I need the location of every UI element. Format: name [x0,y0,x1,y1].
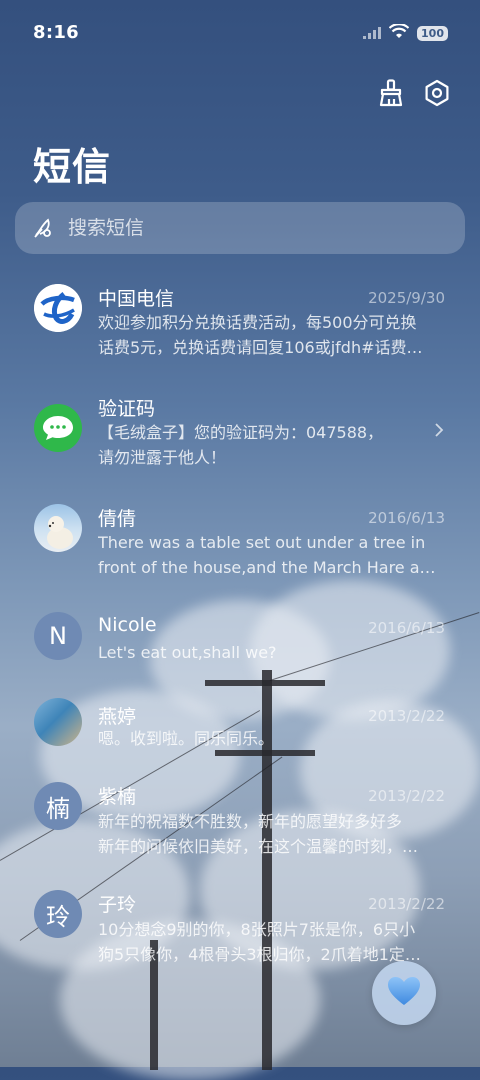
status-icons: 100 [363,23,448,43]
broom-icon [378,79,404,111]
polar-bear-photo [47,516,73,549]
conversation-date: 2025/9/30 [368,289,445,307]
conversation-item[interactable]: 验证码 【毛绒盒子】您的验证码为：047588， 请勿泄露于他人！ [0,386,480,486]
conversation-name: 倩倩 [98,508,137,530]
conversation-name: 验证码 [98,398,156,420]
signal-icon [363,24,382,43]
heart-fab-button[interactable] [372,961,436,1025]
status-time: 8:16 [33,22,79,43]
chevron-right-icon [432,422,446,437]
preview-line: 新年的祝福数不胜数，新年的愿望好多好多 [98,812,403,831]
conversation-item[interactable]: 燕婷 2013/2/22 嗯。收到啦。同乐同乐。 [0,694,480,774]
avatar: 楠 [34,782,82,830]
preview-line: There was a table set out under a tree i… [98,533,426,552]
top-actions [376,79,452,111]
preview-line: 新年的问候依旧美好，在这个温馨的时刻，… [98,837,419,856]
conversation-preview: 嗯。收到啦。同乐同乐。 [98,726,443,751]
preview-line: 话费5元，兑换话费请回复106或jfdh#话费… [98,338,423,357]
conversation-preview: Let's eat out,shall we? [98,640,443,665]
preview-line: Let's eat out,shall we? [98,643,277,662]
conversation-item[interactable]: 中国电信 2025/9/30 欢迎参加积分兑换话费活动，每500分可兑换 话费5… [0,276,480,376]
conversation-name: 紫楠 [98,786,137,808]
conversation-name: Nicole [98,614,157,636]
settings-button[interactable] [422,79,452,111]
avatar: N [34,612,82,660]
conversation-preview: 【毛绒盒子】您的验证码为：047588， 请勿泄露于他人！ [98,420,443,470]
conversation-item[interactable]: N Nicole 2016/6/13 Let's eat out,shall w… [0,606,480,686]
avatar [34,504,82,552]
message-bubble-icon [43,416,73,440]
conversation-preview: There was a table set out under a tree i… [98,530,443,580]
conversation-preview: 欢迎参加积分兑换话费活动，每500分可兑换 话费5元，兑换话费请回复106或jf… [98,310,443,360]
avatar [34,404,82,452]
avatar [34,284,82,332]
preview-line: 欢迎参加积分兑换话费活动，每500分可兑换 [98,313,417,332]
wifi-icon [388,23,410,43]
conversation-date: 2016/6/13 [368,619,445,637]
feather-icon [32,217,54,239]
preview-line: 【毛绒盒子】您的验证码为：047588， [98,423,384,442]
conversation-date: 2016/6/13 [368,509,445,527]
status-bar: 8:16 100 [0,0,480,68]
preview-line: 10分想念9别的你，8张照片7张是你，6只小 [98,920,416,939]
china-telecom-logo-icon [34,284,82,332]
conversation-name: 子玲 [98,894,137,916]
page-title: 短信 [33,145,112,189]
conversation-preview: 10分想念9别的你，8张照片7张是你，6只小 狗5只像你，4根骨头3根归你，2爪… [98,917,443,967]
clean-button[interactable] [376,79,406,111]
search-input[interactable] [66,216,430,240]
conversation-date: 2013/2/22 [368,707,445,725]
conversation-preview: 新年的祝福数不胜数，新年的愿望好多好多 新年的问候依旧美好，在这个温馨的时刻，… [98,809,443,859]
battery-indicator: 100 [417,26,448,41]
preview-line: front of the house,and the March Hare an… [98,558,443,577]
conversation-name: 燕婷 [98,706,137,728]
preview-line: 请勿泄露于他人！ [98,448,227,467]
search-bar[interactable] [15,202,465,254]
avatar: 玲 [34,890,82,938]
conversation-date: 2013/2/22 [368,787,445,805]
conversation-item[interactable]: 倩倩 2016/6/13 There was a table set out u… [0,496,480,596]
conversation-name: 中国电信 [98,288,175,310]
conversation-date: 2013/2/22 [368,895,445,913]
preview-line: 嗯。收到啦。同乐同乐。 [98,729,275,748]
conversation-item[interactable]: 楠 紫楠 2013/2/22 新年的祝福数不胜数，新年的愿望好多好多 新年的问候… [0,782,480,882]
settings-icon [423,79,451,111]
avatar [34,698,82,746]
heart-icon [386,975,422,1011]
